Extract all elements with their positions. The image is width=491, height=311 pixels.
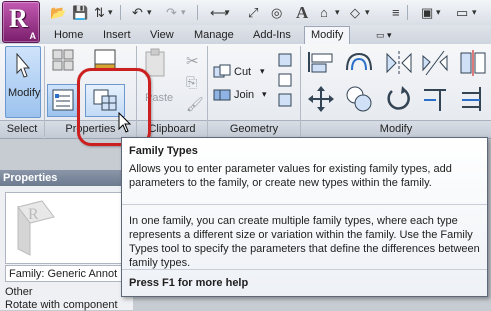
offset-icon[interactable]	[344, 50, 374, 74]
properties-title: Properties	[3, 172, 58, 184]
panel-label-geometry[interactable]: Geometry	[208, 120, 300, 138]
tooltip-title: Family Types	[129, 145, 198, 157]
aligned-dimension-icon[interactable]: ⤢	[248, 4, 258, 21]
type-selector[interactable]: R	[5, 192, 127, 264]
switch-windows-icon[interactable]: ▣	[421, 4, 433, 21]
tab-manage[interactable]: Manage	[188, 27, 240, 43]
customize-qat-icon[interactable]: ▭	[456, 4, 468, 21]
copy-element-icon[interactable]	[344, 84, 374, 114]
cut-geometry-label[interactable]: Cut	[234, 66, 251, 78]
modify-button[interactable]: Modify	[5, 46, 41, 118]
tab-modify[interactable]: Modify	[304, 26, 351, 45]
modify-button-label: Modify	[8, 87, 41, 99]
3d-view-icon[interactable]: ⌂	[320, 4, 328, 21]
thin-lines-icon[interactable]: ≡	[392, 4, 400, 21]
svg-text:R: R	[28, 206, 39, 223]
cut-dropdown-icon[interactable]: ▾	[260, 66, 265, 77]
family-type-field[interactable]: Family: Generic Annot	[5, 265, 127, 282]
panel-label-select[interactable]: Select	[0, 120, 44, 138]
3d-view-dropdown-icon[interactable]: ▾	[335, 4, 340, 21]
join-dropdown-icon[interactable]: ▾	[262, 89, 267, 100]
undo-dropdown-icon[interactable]: ▾	[147, 4, 152, 21]
panel-label-modify[interactable]: Modify	[301, 120, 491, 138]
copy-icon[interactable]: ⎘	[186, 74, 197, 91]
split-element-icon[interactable]	[458, 50, 488, 76]
separator	[197, 5, 198, 20]
tag-icon[interactable]: ◎	[271, 4, 282, 21]
parameters-icon	[52, 89, 74, 111]
separator	[120, 5, 121, 20]
family-types-tooltip: Family Types Allows you to enter paramet…	[121, 137, 488, 297]
tooltip-extended-description: In one family, you can create multiple f…	[129, 215, 480, 269]
highlight-ring	[77, 68, 151, 146]
tooltip-description: Allows you to enter parameter values for…	[129, 163, 452, 189]
tab-minimize-ribbon[interactable]: ▭ ▾	[370, 27, 398, 43]
sync-icon[interactable]: ⇅	[94, 4, 105, 21]
mirror-pick-axis-icon[interactable]	[384, 50, 414, 76]
tab-home[interactable]: Home	[48, 27, 89, 43]
tooltip-divider	[122, 204, 487, 205]
tooltip-help-hint: Press F1 for more help	[129, 277, 249, 289]
save-icon[interactable]: 💾	[72, 4, 88, 21]
join-geometry-label[interactable]: Join	[234, 89, 254, 101]
cut-clipboard-icon[interactable]: ✂	[186, 52, 199, 70]
family-category-parameters-button[interactable]	[47, 84, 80, 117]
customize-qat-dropdown-icon[interactable]: ▾	[472, 4, 477, 21]
open-icon[interactable]: 📂	[50, 4, 66, 21]
cursor-arrow-icon	[16, 53, 31, 78]
properties-group-other[interactable]: Other	[5, 286, 33, 298]
ribbon: Modify Select Properties Paste ✂ ⎘ 🖌 Cli…	[0, 44, 491, 139]
section-dropdown-icon[interactable]: ▾	[365, 4, 370, 21]
measure-dropdown-icon[interactable]: ▾	[225, 4, 230, 21]
undo-icon[interactable]: ↶	[132, 4, 143, 21]
quick-access-toolbar: 📂 💾 ⇅ ▾ ↶ ▾ ↷ ▾ ⟷ ▾ ⤢ ◎ A ⌂ ▾ ◇ ▾ ≡ ▣ ▾ …	[0, 0, 491, 26]
align-icon[interactable]	[306, 50, 336, 74]
redo-icon[interactable]: ↷	[166, 4, 177, 21]
family-category-icon[interactable]	[51, 48, 75, 72]
app-logo-letter: R	[9, 4, 28, 33]
sync-dropdown-icon[interactable]: ▾	[108, 4, 113, 21]
tab-view[interactable]: View	[144, 27, 180, 43]
tab-add-ins[interactable]: Add-Ins	[247, 27, 297, 43]
mirror-draw-axis-icon[interactable]	[420, 50, 450, 76]
trim-extend-multiple-icon[interactable]	[458, 84, 488, 114]
rotate-with-component-row[interactable]: Rotate with component	[5, 299, 118, 311]
move-icon[interactable]	[306, 84, 336, 114]
separator	[407, 5, 408, 20]
app-logo-sub: A	[29, 31, 37, 41]
section-icon[interactable]: ◇	[350, 4, 360, 21]
text-icon[interactable]: A	[296, 3, 308, 22]
application-menu-button[interactable]: R A	[2, 1, 40, 43]
mouse-cursor-icon	[118, 112, 132, 133]
redo-dropdown-icon[interactable]: ▾	[181, 4, 186, 21]
family-preview-icon: R	[17, 200, 55, 256]
cut-geometry-icon[interactable]	[213, 64, 231, 80]
tab-insert[interactable]: Insert	[97, 27, 137, 43]
join-geometry-icon[interactable]	[213, 87, 231, 103]
switch-windows-dropdown-icon[interactable]: ▾	[436, 4, 441, 21]
tooltip-divider	[122, 269, 487, 270]
rotate-icon[interactable]	[384, 84, 414, 114]
ribbon-tabs: Home Insert View Manage Add-Ins Modify ▭…	[0, 25, 491, 45]
geometry-tools-icon[interactable]	[276, 52, 294, 112]
match-properties-icon[interactable]: 🖌	[186, 96, 204, 113]
trim-extend-icon[interactable]	[420, 84, 450, 114]
